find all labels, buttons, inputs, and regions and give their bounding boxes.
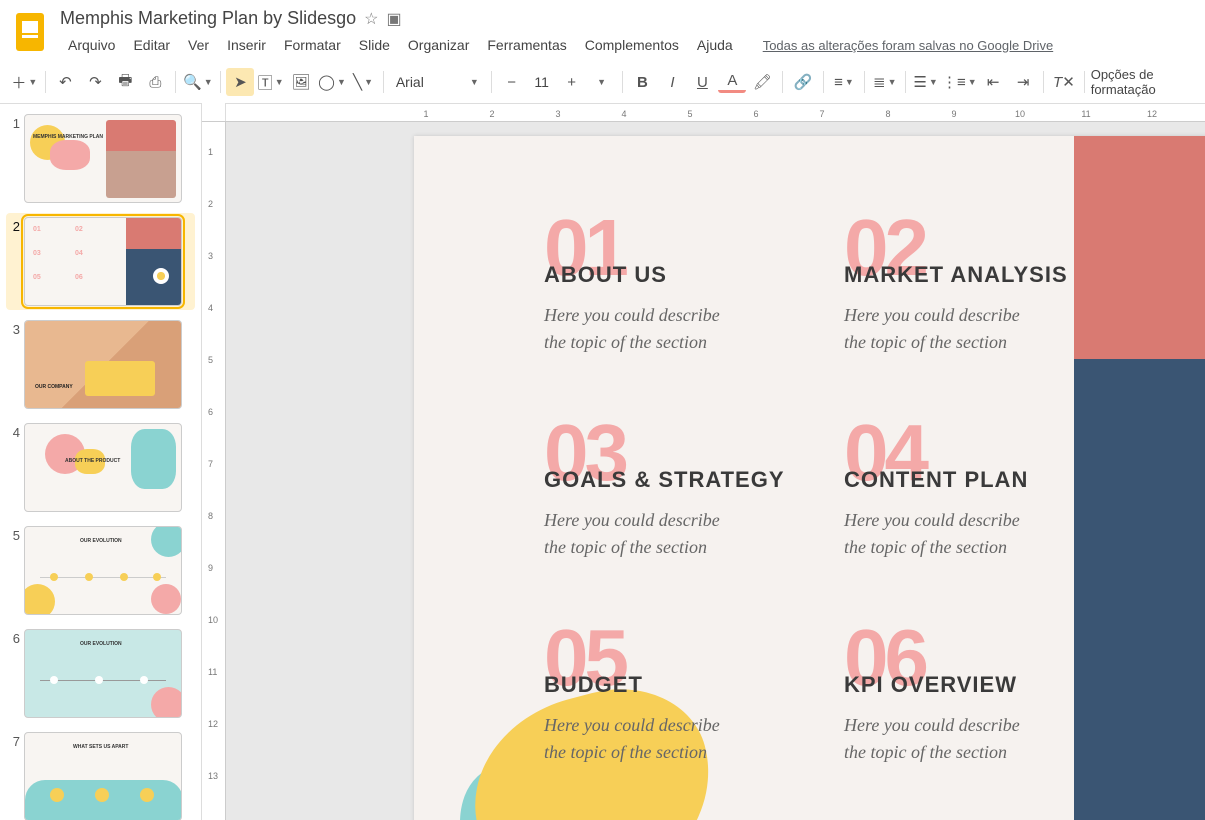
- thumb-1[interactable]: MEMPHIS MARKETING PLAN: [24, 114, 182, 203]
- zoom-button[interactable]: 🔍▼: [182, 68, 213, 96]
- thumb-number: 5: [6, 526, 24, 543]
- redo-button[interactable]: ↷: [81, 68, 109, 96]
- menu-ferramentas[interactable]: Ferramentas: [479, 33, 574, 57]
- slide-photo[interactable]: [1074, 136, 1205, 820]
- textbox-tool[interactable]: 🅃▼: [256, 68, 285, 96]
- menu-ver[interactable]: Ver: [180, 33, 217, 57]
- menu-complementos[interactable]: Complementos: [577, 33, 687, 57]
- paint-format-button[interactable]: ⎙: [141, 68, 169, 96]
- thumb-number: 4: [6, 423, 24, 440]
- toc-item-2[interactable]: 02 MARKET ANALYSIS Here you could descri…: [844, 216, 1068, 356]
- menu-bar: Arquivo Editar Ver Inserir Formatar Slid…: [60, 33, 1193, 57]
- main-area: 1 MEMPHIS MARKETING PLAN 2 01 02 03 04 0…: [0, 104, 1205, 820]
- thumb-number: 1: [6, 114, 24, 131]
- slide-canvas[interactable]: 01 ABOUT US Here you could describethe t…: [414, 136, 1205, 820]
- toc-item-5[interactable]: 05 BUDGET Here you could describethe top…: [544, 626, 720, 766]
- title-area: Memphis Marketing Plan by Slidesgo ☆ ▣ A…: [60, 8, 1193, 57]
- bold-button[interactable]: B: [628, 68, 656, 96]
- menu-slide[interactable]: Slide: [351, 33, 398, 57]
- indent-decrease-button[interactable]: ⇤: [979, 68, 1007, 96]
- menu-formatar[interactable]: Formatar: [276, 33, 349, 57]
- toc-description: Here you could describethe topic of the …: [844, 712, 1020, 766]
- toc-title: MARKET ANALYSIS: [844, 262, 1068, 288]
- line-tool[interactable]: ╲▼: [349, 68, 377, 96]
- clear-formatting-button[interactable]: T✕: [1050, 68, 1078, 96]
- canvas-area[interactable]: 01 ABOUT US Here you could describethe t…: [226, 122, 1205, 820]
- toc-title: KPI OVERVIEW: [844, 672, 1020, 698]
- app-header: Memphis Marketing Plan by Slidesgo ☆ ▣ A…: [0, 0, 1205, 57]
- move-icon[interactable]: ▣: [386, 9, 401, 29]
- toc-item-1[interactable]: 01 ABOUT US Here you could describethe t…: [544, 216, 720, 356]
- link-button[interactable]: 🔗: [789, 68, 817, 96]
- shape-tool[interactable]: ◯▼: [317, 68, 347, 96]
- menu-organizar[interactable]: Organizar: [400, 33, 477, 57]
- indent-increase-button[interactable]: ⇥: [1009, 68, 1037, 96]
- font-size-dropdown[interactable]: ▼: [588, 68, 616, 96]
- toc-title: ABOUT US: [544, 262, 720, 288]
- thumb-3[interactable]: OUR COMPANY: [24, 320, 182, 409]
- toc-title: CONTENT PLAN: [844, 467, 1028, 493]
- font-size-input[interactable]: 11: [528, 68, 556, 96]
- thumb-4[interactable]: ABOUT THE PRODUCT: [24, 423, 182, 512]
- toc-description: Here you could describethe topic of the …: [544, 507, 785, 561]
- toc-description: Here you could describethe topic of the …: [544, 302, 720, 356]
- menu-editar[interactable]: Editar: [125, 33, 178, 57]
- format-options-button[interactable]: Opções de formatação: [1091, 67, 1195, 97]
- undo-button[interactable]: ↶: [51, 68, 79, 96]
- document-title[interactable]: Memphis Marketing Plan by Slidesgo: [60, 8, 356, 29]
- thumb-number: 7: [6, 732, 24, 749]
- font-size-increase[interactable]: +: [558, 68, 586, 96]
- menu-inserir[interactable]: Inserir: [219, 33, 274, 57]
- toc-item-4[interactable]: 04 CONTENT PLAN Here you could describet…: [844, 421, 1028, 561]
- thumb-2[interactable]: 01 02 03 04 05 06: [24, 217, 182, 306]
- toc-item-3[interactable]: 03 GOALS & STRATEGY Here you could descr…: [544, 421, 785, 561]
- font-family-select[interactable]: Arial▼: [390, 68, 485, 96]
- numbered-list-button[interactable]: ☰▼: [912, 68, 940, 96]
- thumb-number: 2: [6, 217, 24, 234]
- toc-description: Here you could describethe topic of the …: [844, 302, 1068, 356]
- select-tool[interactable]: ➤: [226, 68, 254, 96]
- line-spacing-button[interactable]: ≣▼: [871, 68, 899, 96]
- bulleted-list-button[interactable]: ⋮≡▼: [942, 68, 978, 96]
- toc-description: Here you could describethe topic of the …: [544, 712, 720, 766]
- thumb-7[interactable]: WHAT SETS US APART: [24, 732, 182, 820]
- thumbnail-panel[interactable]: 1 MEMPHIS MARKETING PLAN 2 01 02 03 04 0…: [0, 104, 202, 820]
- print-button[interactable]: 🖶: [111, 68, 139, 96]
- star-icon[interactable]: ☆: [364, 9, 378, 29]
- toc-title: BUDGET: [544, 672, 720, 698]
- text-color-button[interactable]: A: [718, 71, 746, 93]
- thumb-5[interactable]: OUR EVOLUTION: [24, 526, 182, 615]
- thumb-number: 6: [6, 629, 24, 646]
- thumb-6[interactable]: OUR EVOLUTION: [24, 629, 182, 718]
- thumb-number: 3: [6, 320, 24, 337]
- toolbar: ＋▼ ↶ ↷ 🖶 ⎙ 🔍▼ ➤ 🅃▼ 🖼 ◯▼ ╲▼ Arial▼ − 11 +…: [0, 61, 1205, 104]
- save-status[interactable]: Todas as alterações foram salvas no Goog…: [763, 38, 1053, 53]
- highlight-button[interactable]: 🖍: [748, 68, 776, 96]
- image-tool[interactable]: 🖼: [287, 68, 315, 96]
- toc-item-6[interactable]: 06 KPI OVERVIEW Here you could describet…: [844, 626, 1020, 766]
- toc-title: GOALS & STRATEGY: [544, 467, 785, 493]
- canvas-wrap: 123456789101112131415 12345678910111213 …: [202, 104, 1205, 820]
- font-size-decrease[interactable]: −: [498, 68, 526, 96]
- toc-description: Here you could describethe topic of the …: [844, 507, 1028, 561]
- new-slide-button[interactable]: ＋▼: [10, 68, 39, 96]
- vertical-ruler[interactable]: 12345678910111213: [202, 122, 226, 820]
- underline-button[interactable]: U: [688, 68, 716, 96]
- align-button[interactable]: ≡▼: [830, 68, 858, 96]
- menu-ajuda[interactable]: Ajuda: [689, 33, 741, 57]
- horizontal-ruler[interactable]: 123456789101112131415: [202, 104, 1205, 122]
- menu-arquivo[interactable]: Arquivo: [60, 33, 123, 57]
- app-logo[interactable]: [12, 8, 48, 56]
- italic-button[interactable]: I: [658, 68, 686, 96]
